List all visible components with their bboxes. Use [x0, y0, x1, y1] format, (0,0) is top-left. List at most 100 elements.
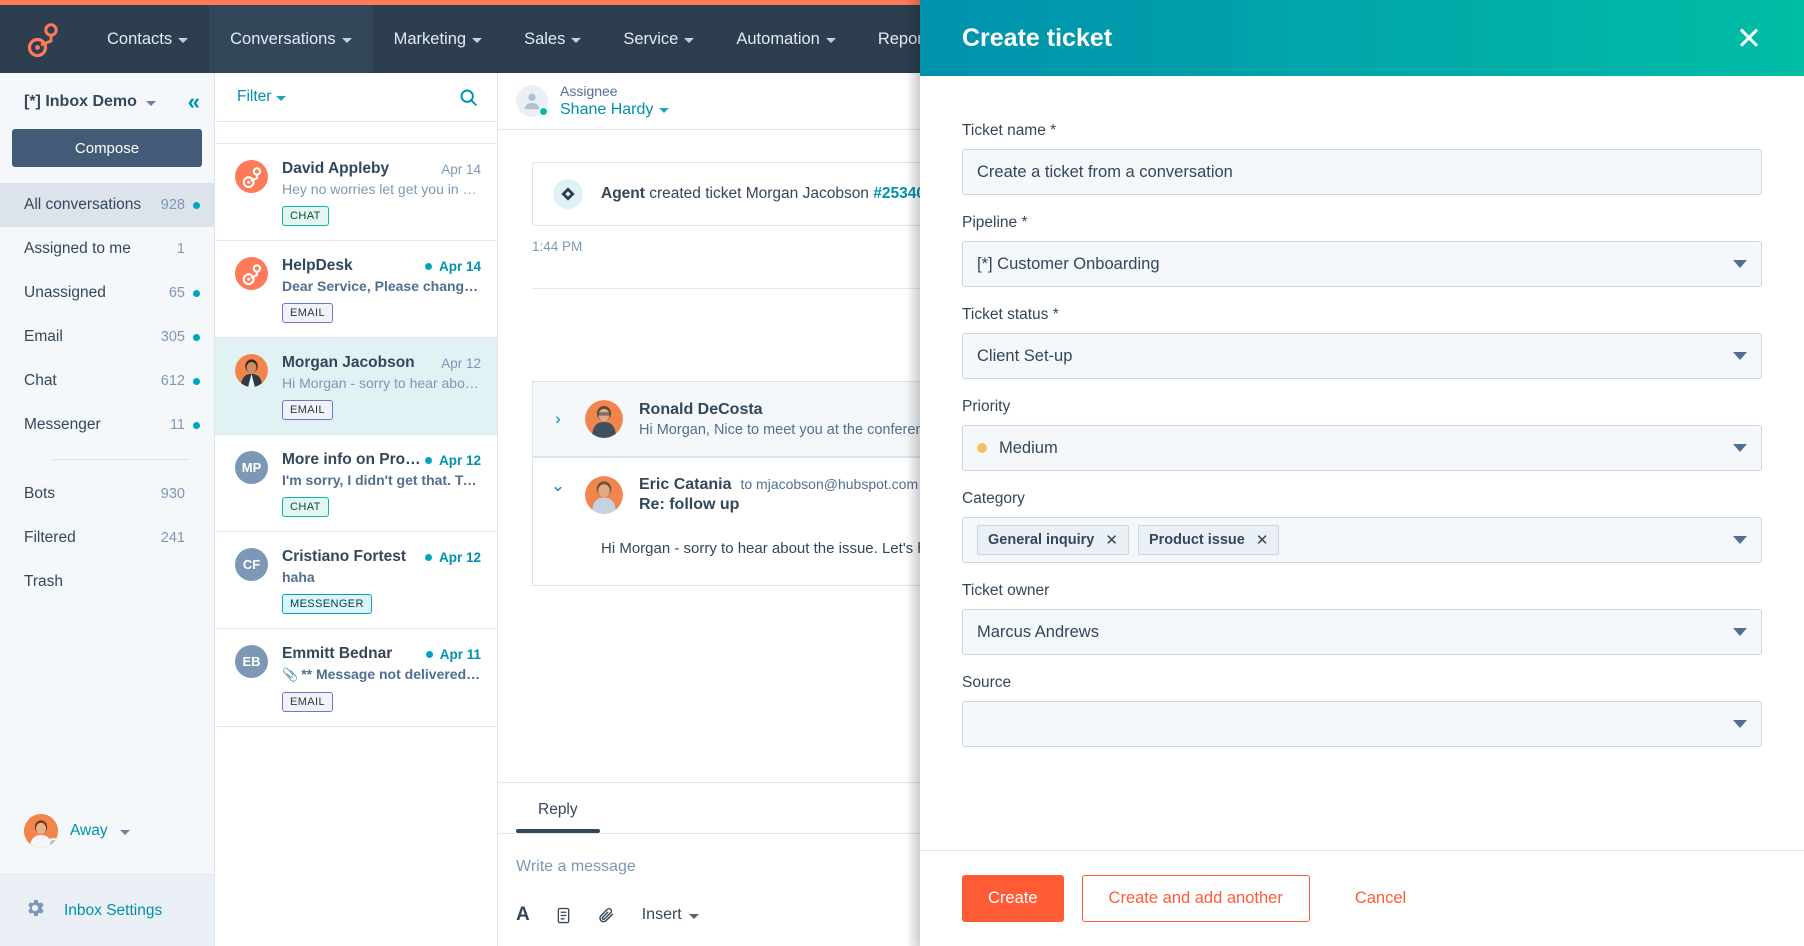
nav-item-conversations[interactable]: Conversations — [209, 5, 373, 73]
inbox-settings-button[interactable]: Inbox Settings — [0, 874, 214, 946]
close-icon[interactable]: ✕ — [1736, 23, 1762, 54]
online-status-icon — [539, 107, 548, 116]
nav-label: Automation — [736, 29, 820, 48]
folder-list: All conversations 928 Assigned to me 1 U… — [0, 183, 214, 447]
list-item[interactable]: MP More info on Produ… Apr 12 I'm sorry,… — [215, 435, 497, 532]
conversation-date: Apr 14 — [438, 258, 481, 274]
nav-item-service[interactable]: Service — [602, 5, 715, 73]
chevron-down-icon[interactable]: ⌄ — [547, 476, 569, 514]
field-value: [*] Customer Onboarding — [977, 254, 1160, 273]
hubspot-sprocket-logo-icon[interactable] — [0, 21, 86, 57]
folder-count: 305 — [160, 329, 185, 345]
field-source: Source — [962, 674, 1762, 747]
folder-count: 11 — [169, 417, 185, 433]
category-tag[interactable]: Product issue ✕ — [1137, 525, 1280, 555]
create-and-add-another-button[interactable]: Create and add another — [1081, 875, 1310, 922]
insert-label: Insert — [641, 906, 682, 923]
nav-item-automation[interactable]: Automation — [715, 5, 856, 73]
sidebar-item-all-conversations[interactable]: All conversations 928 — [0, 183, 214, 227]
tag-label: General inquiry — [988, 532, 1095, 548]
modal-title: Create ticket — [962, 23, 1113, 52]
sidebar-item-email[interactable]: Email 305 — [0, 315, 214, 359]
user-status-label: Away — [70, 822, 108, 839]
conversation-sender: Morgan Jacobson — [282, 354, 415, 371]
assignee-selector[interactable]: Shane Hardy — [560, 101, 670, 119]
collapse-sidebar-icon[interactable]: « — [188, 91, 200, 113]
modal-backdrop-shadow — [906, 0, 920, 946]
folder-label: Trash — [24, 573, 64, 590]
chevron-right-icon[interactable]: › — [547, 409, 569, 429]
font-format-icon[interactable]: A — [516, 904, 530, 926]
assignee-label: Assignee — [560, 83, 618, 100]
field-value: Medium — [999, 438, 1058, 457]
sidebar-item-assigned-to-me[interactable]: Assigned to me 1 — [0, 227, 214, 271]
conversation-preview: haha — [282, 569, 315, 585]
ticket-name-input[interactable]: Create a ticket from a conversation — [962, 149, 1762, 195]
remove-tag-icon[interactable]: ✕ — [1105, 531, 1118, 549]
insert-snippet-icon[interactable] — [556, 907, 571, 924]
list-item[interactable]: David Appleby Apr 14 Hey no worries let … — [215, 144, 497, 241]
filter-button[interactable]: Filter — [237, 88, 287, 106]
paperclip-icon: 📎 — [282, 667, 299, 682]
category-multiselect[interactable]: General inquiry ✕ Product issue ✕ — [962, 517, 1762, 563]
preview-text: ** Message not delivered ** Y… — [301, 666, 481, 682]
nav-item-contacts[interactable]: Contacts — [86, 5, 209, 73]
folder-list-secondary: Bots 930 Filtered 241 Trash — [0, 472, 214, 604]
sidebar-item-bots[interactable]: Bots 930 — [0, 472, 214, 516]
conversation-list-item-partial[interactable] — [215, 122, 497, 144]
pipeline-select[interactable]: [*] Customer Onboarding — [962, 241, 1762, 287]
inbox-picker[interactable]: [*] Inbox Demo « — [0, 73, 214, 123]
conversation-preview: Hey no worries let get you in cont… — [282, 181, 481, 197]
nav-item-sales[interactable]: Sales — [503, 5, 602, 73]
unread-dot-icon — [193, 201, 200, 209]
list-item[interactable]: CF Cristiano Fortest Apr 12 haha MESSENG… — [215, 532, 497, 629]
sidebar-item-trash[interactable]: Trash — [0, 560, 214, 604]
unread-dot-icon — [424, 553, 432, 561]
avatar — [235, 354, 268, 387]
list-item[interactable]: HelpDesk Apr 14 Dear Service, Please cha… — [215, 241, 497, 338]
paperclip-icon[interactable] — [597, 906, 616, 925]
channel-badge: CHAT — [282, 497, 329, 517]
ticket-owner-select[interactable]: Marcus Andrews — [962, 609, 1762, 655]
category-tag[interactable]: General inquiry ✕ — [977, 525, 1129, 555]
list-item[interactable]: Morgan Jacobson Apr 12 Hi Morgan - sorry… — [215, 338, 497, 435]
unread-dot-icon — [424, 262, 432, 270]
field-pipeline: Pipeline * [*] Customer Onboarding — [962, 214, 1762, 287]
sidebar-item-filtered[interactable]: Filtered 241 — [0, 516, 214, 560]
user-status-row[interactable]: Away — [0, 814, 214, 874]
create-ticket-modal: Create ticket ✕ Ticket name * Create a t… — [920, 0, 1804, 946]
folder-label: Email — [24, 328, 63, 345]
sidebar-item-messenger[interactable]: Messenger 11 — [0, 403, 214, 447]
folder-count: 65 — [168, 285, 185, 301]
conversation-preview: 📎** Message not delivered ** Y… — [282, 666, 481, 683]
folder-label: Chat — [24, 372, 57, 389]
conversation-list-panel: Filter David Appleby Apr 14 Hey no worri… — [215, 73, 498, 946]
conversation-preview: Hi Morgan - sorry to hear about th… — [282, 375, 481, 391]
search-icon[interactable] — [458, 87, 479, 108]
filter-label: Filter — [237, 88, 272, 105]
list-item[interactable]: EB Emmitt Bednar Apr 11 📎 ** Message not … — [215, 629, 497, 727]
sidebar-item-unassigned[interactable]: Unassigned 65 — [0, 271, 214, 315]
compose-button[interactable]: Compose — [12, 129, 202, 167]
sidebar-item-chat[interactable]: Chat 612 — [0, 359, 214, 403]
tab-reply[interactable]: Reply — [516, 783, 600, 833]
insert-button[interactable]: Insert — [642, 906, 699, 924]
conversation-date: Apr 11 — [439, 646, 481, 662]
nav-item-marketing[interactable]: Marketing — [373, 5, 503, 73]
conversation-scroll-area[interactable]: David Appleby Apr 14 Hey no worries let … — [215, 122, 497, 946]
field-priority: Priority Medium — [962, 398, 1762, 471]
folder-count: 612 — [160, 373, 185, 389]
create-button[interactable]: Create — [962, 875, 1064, 922]
tag-label: Product issue — [1148, 532, 1245, 548]
source-select[interactable] — [962, 701, 1762, 747]
avatar: EB — [235, 645, 268, 678]
folder-count: 1 — [176, 241, 185, 257]
chevron-down-icon — [178, 37, 189, 43]
field-label: Ticket name * — [962, 122, 1057, 139]
priority-select[interactable]: Medium — [962, 425, 1762, 471]
avatar: CF — [235, 548, 268, 581]
cancel-button[interactable]: Cancel — [1327, 875, 1434, 922]
remove-tag-icon[interactable]: ✕ — [1256, 531, 1269, 549]
ticket-status-select[interactable]: Client Set-up — [962, 333, 1762, 379]
avatar — [235, 160, 268, 193]
